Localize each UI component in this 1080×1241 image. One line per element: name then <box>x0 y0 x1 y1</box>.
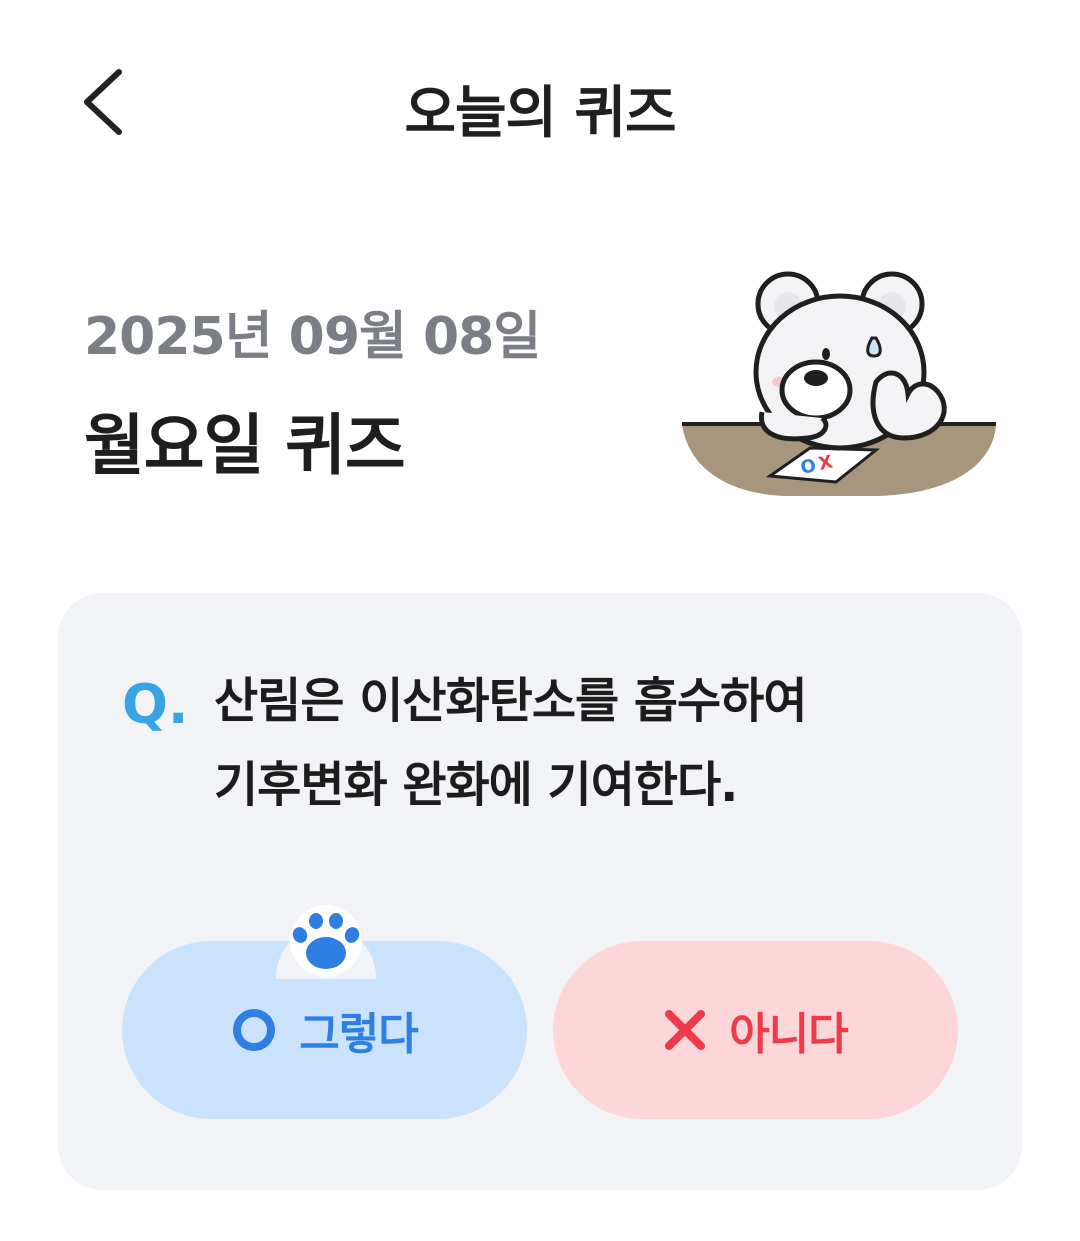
x-mark-icon <box>665 1010 706 1050</box>
answer-yes-label: 그렇다 <box>299 1009 418 1060</box>
answer-no-button[interactable]: 아니다 <box>553 941 958 1119</box>
question-text: 산림은 이산화탄소를 흡수하여 기후변화 완화에 기여한다. <box>214 659 974 827</box>
page-title: 오늘의 퀴즈 <box>404 81 676 146</box>
question-line: 산림은 이산화탄소를 흡수하여 <box>214 673 808 729</box>
quiz-date: 2025년 09월 08일 <box>84 307 541 367</box>
answer-no-label: 아니다 <box>729 1009 848 1060</box>
question-marker: Q. <box>122 673 189 736</box>
header: 오늘의 퀴즈 <box>0 0 1080 200</box>
paw-icon <box>276 905 376 979</box>
question-line: 기후변화 완화에 기여한다. <box>214 757 738 813</box>
circle-o-icon <box>233 1009 276 1051</box>
polar-bear-mascot-icon: O X <box>682 271 996 496</box>
quiz-day-title: 월요일 퀴즈 <box>84 407 406 484</box>
quiz-card: Q. 산림은 이산화탄소를 흡수하여 기후변화 완화에 기여한다. 그렇다 아니… <box>58 593 1022 1190</box>
